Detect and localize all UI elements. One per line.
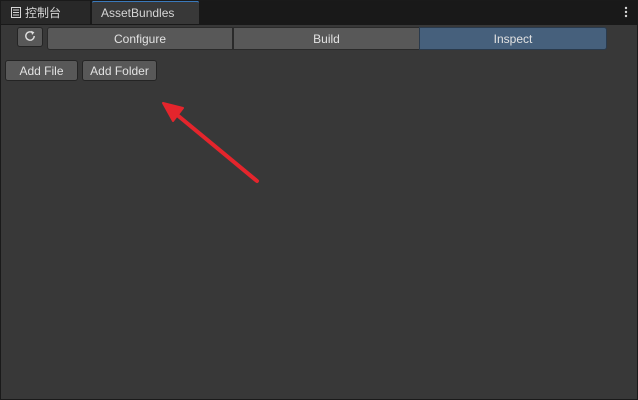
console-icon [11,6,21,18]
tab-inspect[interactable]: Inspect [419,27,607,50]
tab-console-label: 控制台 [25,5,62,20]
refresh-button[interactable] [17,27,43,47]
refresh-icon [23,29,37,46]
tab-configure[interactable]: Configure [47,27,233,50]
more-options-icon[interactable] [622,4,630,20]
tab-console[interactable]: 控制台 [0,0,90,24]
add-folder-button[interactable]: Add Folder [82,60,157,81]
tab-assetbundles-label: AssetBundles [101,6,175,20]
asset-bundles-window: 控制台 AssetBundles Configure Build Inspect [0,0,638,400]
add-file-button[interactable]: Add File [5,60,78,81]
tab-bar: 控制台 AssetBundles [0,0,638,25]
tab-build[interactable]: Build [233,27,420,50]
tab-assetbundles[interactable]: AssetBundles [92,0,199,24]
toolbar: Configure Build Inspect [0,25,638,52]
